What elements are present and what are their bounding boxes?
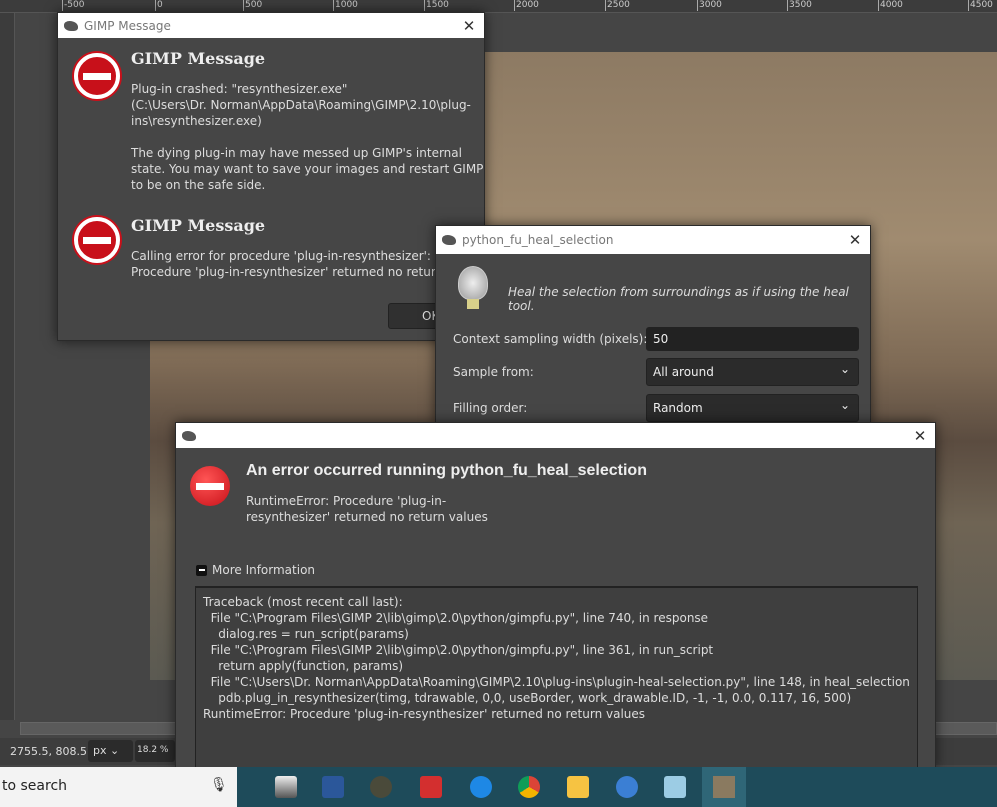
traceback-textview[interactable]: Traceback (most recent call last): File …: [195, 586, 918, 769]
error-heading: An error occurred running python_fu_heal…: [246, 462, 647, 479]
ruler-tick: 2500: [605, 0, 630, 11]
message-body: Plug-in crashed: "resynthesizer.exe" (C:…: [131, 81, 483, 193]
message-line: ins\resynthesizer.exe): [131, 114, 262, 128]
lightbulb-base-icon: [467, 299, 479, 309]
thunderbird-app-icon[interactable]: [616, 776, 638, 798]
sample-from-label: Sample from:: [453, 365, 534, 379]
zoom-select[interactable]: 18.2 %: [135, 740, 175, 762]
title-bar: ✕: [176, 423, 935, 448]
message-line: Plug-in crashed: "resynthesizer.exe": [131, 82, 348, 96]
close-button[interactable]: ✕: [454, 17, 484, 35]
title-bar: python_fu_heal_selection ✕: [436, 226, 870, 254]
vertical-ruler: [0, 13, 15, 720]
chrome-app-icon[interactable]: [518, 776, 540, 798]
sample-from-select[interactable]: All around ⌄: [646, 358, 859, 386]
edge-app-icon[interactable]: [470, 776, 492, 798]
notepad-app-icon[interactable]: [664, 776, 686, 798]
message-line: Procedure 'plug-in-resynthesizer' return…: [131, 265, 481, 279]
unit-value: px: [93, 744, 107, 757]
dialog-title: GIMP Message: [84, 18, 171, 33]
traceback-text: Traceback (most recent call last): File …: [203, 595, 910, 721]
more-information-expander[interactable]: More Information: [196, 563, 315, 577]
error-icon: [74, 53, 120, 99]
message-line: The dying plug-in may have messed up GIM…: [131, 146, 462, 160]
message-heading: GIMP Message: [131, 216, 266, 235]
close-button[interactable]: ✕: [905, 427, 935, 445]
message-body: Calling error for procedure 'plug-in-res…: [131, 248, 481, 280]
ruler-tick: 3500: [787, 0, 812, 11]
ruler-tick: 1500: [424, 0, 449, 11]
message-line: state. You may want to save your images …: [131, 162, 484, 176]
close-button[interactable]: ✕: [840, 231, 870, 249]
gimp-message-dialog: GIMP Message ✕ GIMP Message Plug-in crash…: [57, 12, 485, 341]
unit-select[interactable]: px ⌄: [88, 740, 133, 762]
python-error-dialog: ✕ An error occurred running python_fu_he…: [175, 422, 936, 769]
ruler-tick: 3000: [697, 0, 722, 11]
lightbulb-icon: [458, 266, 488, 300]
adobe-app-icon[interactable]: [420, 776, 442, 798]
pointer-coords: 2755.5, 808.5: [10, 745, 87, 758]
gimp-icon: [64, 20, 78, 31]
ruler-tick: -500: [62, 0, 85, 11]
heal-selection-dialog: python_fu_heal_selection ✕ Heal the selec…: [435, 225, 871, 425]
message-line: Calling error for procedure 'plug-in-res…: [131, 249, 431, 263]
ruler-tick: 0: [155, 0, 163, 11]
zoom-value: 18.2 %: [137, 745, 169, 755]
file-explorer-icon[interactable]: [567, 776, 589, 798]
message-heading: GIMP Message: [131, 49, 266, 68]
filling-order-value: Random: [653, 401, 703, 415]
filling-order-label: Filling order:: [453, 401, 528, 415]
gimp-icon: [182, 430, 196, 441]
title-bar: GIMP Message ✕: [58, 13, 484, 38]
photo-app-icon: [713, 776, 735, 798]
plugin-description: Heal the selection from surroundings as …: [508, 285, 849, 313]
ruler-tick: 2000: [514, 0, 539, 11]
collapse-icon: [196, 564, 207, 576]
word-app-icon[interactable]: [322, 776, 344, 798]
sample-from-value: All around: [653, 365, 714, 379]
message-line: to be on the safe side.: [131, 178, 266, 192]
context-width-input[interactable]: 50: [646, 327, 859, 351]
error-message[interactable]: RuntimeError: Procedure 'plug-in- resynt…: [246, 493, 488, 525]
message-line: RuntimeError: Procedure 'plug-in-: [246, 494, 447, 508]
ruler-tick: 1000: [333, 0, 358, 11]
gimp-app-icon[interactable]: [370, 776, 392, 798]
more-information-label: More Information: [212, 563, 316, 577]
ruler-tick: 4000: [878, 0, 903, 11]
microphone-icon[interactable]: 🎙: [210, 777, 228, 793]
context-width-label: Context sampling width (pixels):: [453, 332, 648, 346]
active-app-tab[interactable]: [702, 767, 746, 807]
scanner-app-icon[interactable]: [275, 776, 297, 798]
ruler-tick: 4500: [968, 0, 993, 11]
search-placeholder: to search: [2, 778, 68, 794]
error-icon: [74, 217, 120, 263]
message-line: (C:\Users\Dr. Norman\AppData\Roaming\GIM…: [131, 98, 471, 112]
message-line: resynthesizer' returned no return values: [246, 510, 488, 524]
filling-order-select[interactable]: Random ⌄: [646, 394, 859, 422]
chevron-down-icon: ⌄: [839, 398, 850, 412]
taskbar-search-box[interactable]: to search 🎙: [0, 767, 237, 807]
chevron-down-icon: ⌄: [839, 362, 850, 376]
error-icon: [190, 466, 230, 506]
gimp-icon: [442, 235, 456, 245]
dialog-title: python_fu_heal_selection: [462, 233, 614, 247]
ruler-tick: 500: [243, 0, 263, 11]
